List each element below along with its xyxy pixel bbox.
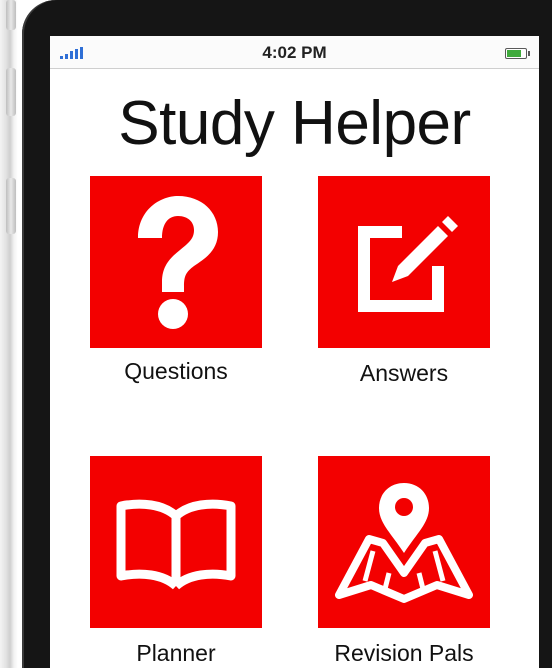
battery-icon [505,48,530,59]
question-mark-icon [138,196,218,329]
planner-label: Planner [136,640,216,666]
revision-pals-label: Revision Pals [334,640,474,666]
book-icon [116,499,236,590]
questions-label: Questions [124,358,228,384]
questions-tile[interactable] [90,176,262,348]
map-pin-icon [335,483,473,603]
planner-tile[interactable] [90,456,262,628]
phone-screen: 4:02 PM Study Helper Questions Answers P… [50,36,539,668]
volume-down-button [6,178,16,234]
app-title: Study Helper [118,89,471,158]
volume-up-button [6,68,16,116]
revision-pals-tile[interactable] [318,456,490,628]
status-time: 4:02 PM [262,43,327,62]
status-bar: 4:02 PM [50,36,539,69]
answers-label: Answers [359,360,449,386]
answers-tile[interactable] [318,176,490,348]
mute-switch [6,0,16,30]
edit-icon [358,216,458,312]
